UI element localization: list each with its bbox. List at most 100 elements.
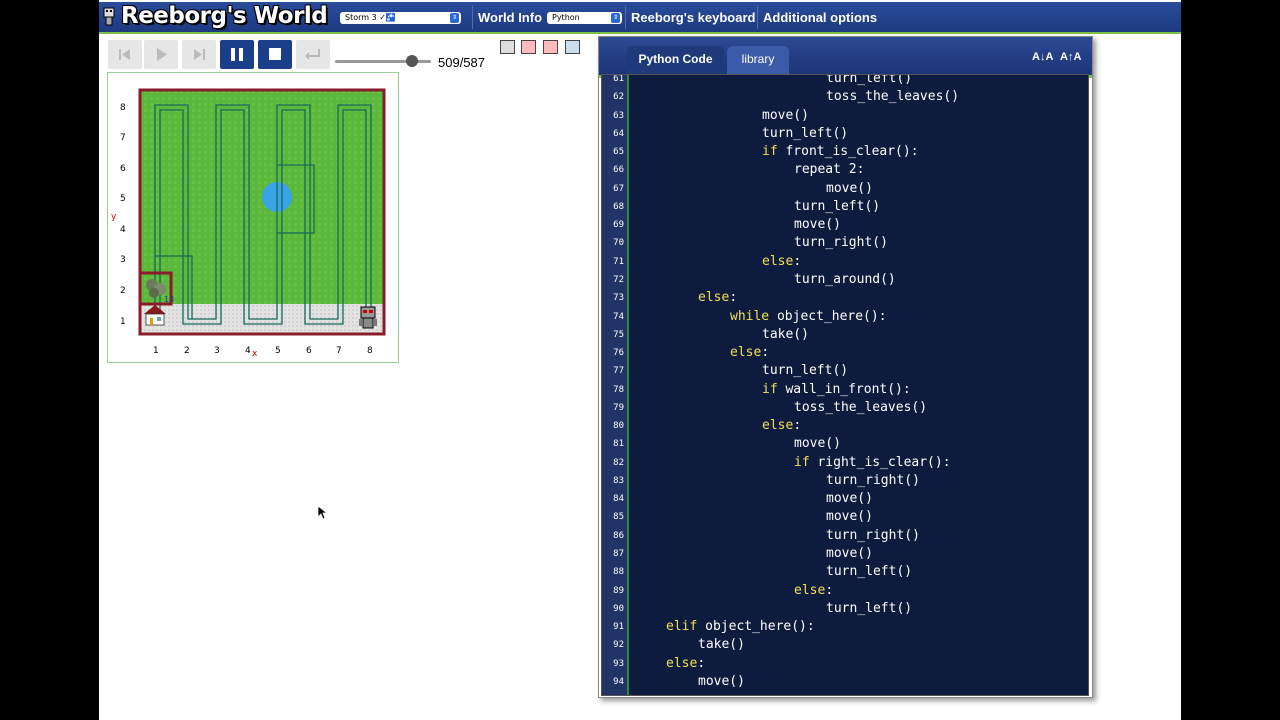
code-text: toss_the_leaves()	[826, 89, 960, 105]
x-tick-label: 4	[245, 346, 251, 356]
line-number: 81	[613, 439, 624, 450]
code-line: turn_left()	[762, 363, 848, 378]
keyboard-button[interactable]: Reeborg's keyboard	[631, 10, 755, 25]
line-number: 85	[613, 512, 624, 523]
code-line: toss_the_leaves()	[826, 89, 959, 104]
code-text: :	[761, 345, 770, 361]
x-tick-label: 2	[184, 346, 190, 356]
line-number: 82	[613, 457, 624, 468]
highlight-off-icon[interactable]	[521, 40, 536, 54]
additional-options-button[interactable]: Additional options	[763, 10, 877, 25]
mouse-cursor-icon	[317, 505, 327, 520]
code-text: :	[697, 655, 706, 671]
world-canvas: 13 8 7 6 5 4 3 2 1 1 2 3 4 5 6 7 8 x y	[107, 72, 399, 363]
code-line: if right_is_clear():	[794, 455, 951, 470]
code-line: turn_left()	[762, 126, 848, 141]
code-text: front_is_clear():	[777, 144, 919, 160]
line-number: 71	[613, 256, 624, 267]
line-number: 63	[613, 110, 624, 121]
code-text: repeat 2:	[794, 162, 865, 178]
code-text: turn_right()	[794, 235, 888, 251]
line-number-gutter: 61 62 63 64 65 66 67 68 69 70 71 72 73 74 75 76 77 78 79 80…	[602, 75, 629, 695]
font-increase-button[interactable]: A↑A	[1060, 51, 1081, 63]
code-line: else:	[698, 290, 737, 305]
code-keyword: else	[762, 418, 794, 434]
x-tick-label: 7	[336, 346, 342, 356]
code-line: move()	[826, 509, 873, 524]
code-text: turn_left()	[762, 363, 849, 379]
code-keyword: else	[762, 253, 794, 269]
code-line: else:	[794, 583, 833, 598]
code-text: take()	[762, 326, 809, 342]
reload-button[interactable]	[296, 40, 330, 69]
speed-slider-handle[interactable]	[405, 55, 418, 67]
code-line: if wall_in_front():	[762, 382, 911, 397]
line-number: 73	[613, 293, 624, 304]
watch-variables-icon[interactable]	[543, 40, 558, 54]
robot-icon	[359, 306, 377, 329]
code-text: turn_around()	[794, 271, 896, 287]
line-number: 90	[613, 603, 624, 614]
code-text: :	[825, 582, 834, 598]
line-number: 86	[613, 530, 624, 541]
code-text: turn_left()	[826, 564, 913, 580]
code-line: turn_left()	[826, 601, 912, 616]
line-number: 94	[613, 676, 624, 687]
editor-toggle-icon[interactable]	[565, 40, 580, 54]
code-text: take()	[698, 637, 745, 653]
code-line: move()	[826, 546, 873, 561]
world-info-button[interactable]: World Info	[478, 10, 542, 25]
code-keyword: else	[666, 655, 698, 671]
line-number: 62	[613, 92, 624, 103]
line-number: 66	[613, 165, 624, 176]
line-number: 89	[613, 585, 624, 596]
code-line: else:	[666, 656, 705, 671]
code-line: else:	[762, 418, 801, 433]
y-tick-label: 5	[120, 194, 126, 204]
code-text: move()	[826, 180, 873, 196]
world-grid: 13 8 7 6 5 4 3 2 1 1 2 3 4 5 6 7 8 x y	[111, 88, 386, 359]
line-number: 79	[613, 402, 624, 413]
world-select-value: Storm 3 ✓🚰	[345, 13, 396, 22]
font-decrease-button[interactable]: A↓A	[1032, 51, 1053, 63]
code-line: toss_the_leaves()	[794, 400, 927, 415]
code-text: object_here():	[769, 308, 887, 324]
step-button[interactable]	[182, 40, 216, 69]
run-button[interactable]	[144, 40, 178, 69]
line-number: 65	[613, 147, 624, 158]
x-tick-label: 3	[214, 346, 220, 356]
robot-details-icon[interactable]	[500, 40, 515, 54]
code-text: toss_the_leaves()	[794, 399, 928, 415]
tab-library[interactable]: library	[727, 46, 789, 75]
stop-button[interactable]	[258, 40, 292, 69]
y-tick-label: 8	[120, 103, 126, 113]
line-number: 83	[613, 475, 624, 486]
tab-python-code[interactable]: Python Code	[627, 46, 724, 75]
x-tick-label: 8	[367, 346, 373, 356]
code-text: turn_left()	[794, 198, 881, 214]
line-number: 84	[613, 494, 624, 505]
leaf-count: 13	[164, 295, 174, 304]
code-line: turn_left()	[826, 75, 912, 86]
code-keyword: if	[794, 454, 810, 470]
code-text: right_is_clear():	[809, 454, 951, 470]
x-tick-label: 1	[153, 346, 159, 356]
line-number: 68	[613, 201, 624, 212]
pause-button[interactable]	[220, 40, 254, 69]
code-text: move()	[762, 107, 809, 123]
world-select[interactable]: Storm 3 ✓🚰 ⇕	[340, 12, 461, 24]
code-line: if front_is_clear():	[762, 144, 919, 159]
code-line: turn_left()	[794, 199, 880, 214]
code-keyword: if	[762, 144, 778, 160]
code-line: else:	[730, 345, 769, 360]
pause-icon	[231, 48, 243, 61]
line-number: 69	[613, 220, 624, 231]
code-line: take()	[762, 327, 809, 342]
reverse-step-button[interactable]	[108, 40, 142, 69]
code-text: move()	[794, 436, 841, 452]
code-area[interactable]: 61 62 63 64 65 66 67 68 69 70 71 72 73 74 75 76 77 78 79 80…	[601, 74, 1089, 696]
code-text: object_here():	[697, 619, 815, 635]
language-select[interactable]: Python ⇕	[547, 12, 622, 24]
code-keyword: else	[730, 345, 762, 361]
code-text: :	[793, 418, 802, 434]
